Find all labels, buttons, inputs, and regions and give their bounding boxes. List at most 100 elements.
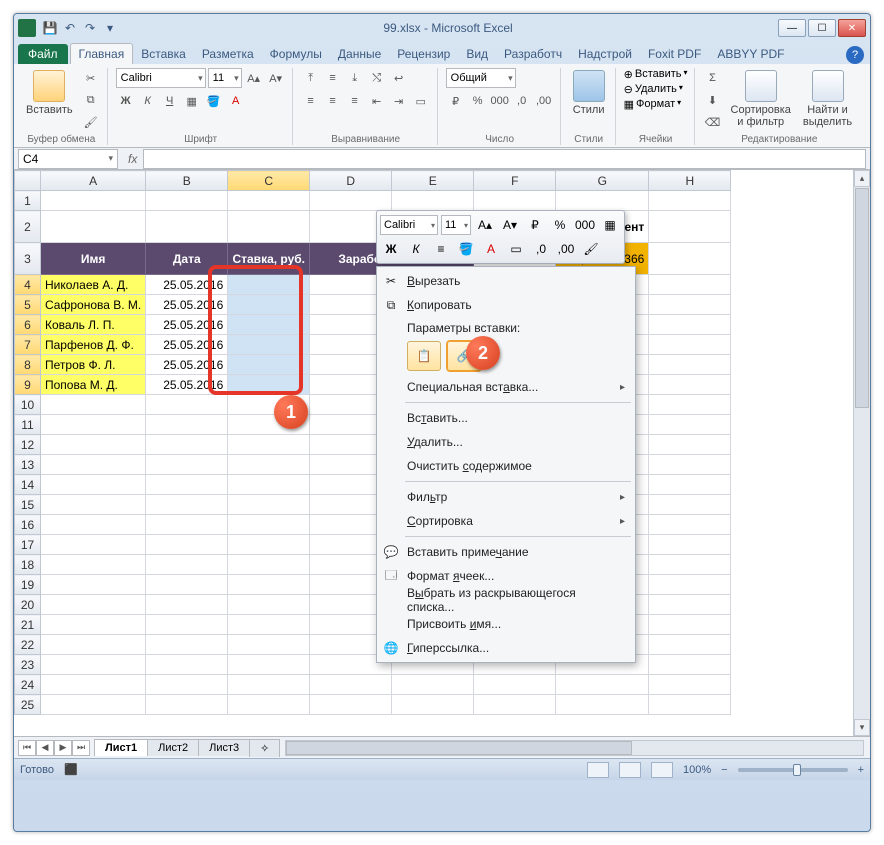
mini-font-combo[interactable]: Calibri <box>380 215 438 235</box>
align-top-icon[interactable]: ⤒ <box>301 68 321 88</box>
merge-icon[interactable]: ▭ <box>411 91 431 111</box>
cell-date[interactable]: 25.05.2016 <box>146 375 228 395</box>
close-button[interactable]: ✕ <box>838 19 866 37</box>
sheet-tab-3[interactable]: Лист3 <box>198 739 250 756</box>
find-select-button[interactable]: Найти и выделить <box>799 68 856 130</box>
fill-color-icon[interactable]: 🪣 <box>204 91 224 111</box>
currency-icon[interactable]: ₽ <box>446 91 466 111</box>
cm-insert[interactable]: Вставить... <box>377 406 635 430</box>
row-4[interactable]: 4 <box>15 275 41 295</box>
orientation-icon[interactable]: ⤭ <box>367 68 387 88</box>
row-7[interactable]: 7 <box>15 335 41 355</box>
fx-icon[interactable]: fx <box>122 152 143 166</box>
col-f[interactable]: F <box>474 171 556 191</box>
sheet-nav-prev-icon[interactable]: ◀ <box>36 740 54 756</box>
tab-review[interactable]: Рецензир <box>389 44 458 64</box>
paste-values-icon[interactable]: 📋 <box>407 341 441 371</box>
minimize-button[interactable]: — <box>778 19 806 37</box>
select-all-corner[interactable] <box>15 171 41 191</box>
mini-size-combo[interactable]: 11 <box>441 215 471 235</box>
scroll-up-icon[interactable]: ▴ <box>854 170 870 187</box>
maximize-button[interactable]: ☐ <box>808 19 836 37</box>
fill-icon[interactable]: ⬇ <box>703 90 723 110</box>
new-sheet-icon[interactable]: ✧ <box>249 739 280 757</box>
sheet-nav-first-icon[interactable]: ⏮ <box>18 740 36 756</box>
cm-hyperlink[interactable]: 🌐Гиперссылка... <box>377 636 635 660</box>
cm-copy[interactable]: ⧉Копировать <box>377 293 635 317</box>
file-tab[interactable]: Файл <box>18 44 68 64</box>
cell-rate[interactable] <box>228 335 310 355</box>
sheet-tab-1[interactable]: Лист1 <box>94 739 148 756</box>
name-box[interactable]: C4 <box>18 149 118 169</box>
formula-input[interactable] <box>143 149 866 169</box>
mini-align-icon[interactable]: ≡ <box>430 238 452 260</box>
font-size-combo[interactable]: 11 <box>208 68 242 88</box>
percent-icon[interactable]: % <box>468 91 488 111</box>
align-center-icon[interactable]: ≡ <box>323 91 343 111</box>
cm-cut[interactable]: ✂Вырезать <box>377 269 635 293</box>
sort-filter-button[interactable]: Сортировка и фильтр <box>727 68 795 130</box>
tab-insert[interactable]: Вставка <box>133 44 194 64</box>
dec-decimal-icon[interactable]: ,00 <box>534 91 554 111</box>
cell-name[interactable]: Коваль Л. П. <box>41 315 146 335</box>
qat-dropdown-icon[interactable]: ▾ <box>102 20 118 36</box>
row-2[interactable]: 2 <box>15 211 41 243</box>
align-left-icon[interactable]: ≡ <box>301 91 321 111</box>
cell-rate[interactable] <box>228 315 310 335</box>
cut-icon[interactable]: ✂ <box>81 68 101 88</box>
mini-border-icon[interactable]: ▦ <box>599 214 621 236</box>
worksheet-grid[interactable]: A B C D E F G H 1 2Коэффициент 3 Имя Дат… <box>14 170 870 736</box>
mini-merge-icon[interactable]: ▭ <box>505 238 527 260</box>
cell-date[interactable]: 25.05.2016 <box>146 355 228 375</box>
align-bottom-icon[interactable]: ⤓ <box>345 68 365 88</box>
tab-addins[interactable]: Надстрой <box>570 44 640 64</box>
mini-decdec-icon[interactable]: ,00 <box>555 238 577 260</box>
view-break-icon[interactable] <box>651 762 673 778</box>
row-6[interactable]: 6 <box>15 315 41 335</box>
copy-icon[interactable]: ⧉ <box>81 90 101 110</box>
inc-decimal-icon[interactable]: ,0 <box>512 91 532 111</box>
cm-sort[interactable]: Сортировка▸ <box>377 509 635 533</box>
sheet-tab-2[interactable]: Лист2 <box>147 739 199 756</box>
mini-formatpainter-icon[interactable]: 🖌 <box>580 238 602 260</box>
view-normal-icon[interactable] <box>587 762 609 778</box>
indent-inc-icon[interactable]: ⇥ <box>389 91 409 111</box>
vertical-scrollbar[interactable]: ▴ ▾ <box>853 170 870 736</box>
align-middle-icon[interactable]: ≡ <box>323 68 343 88</box>
tab-abbyy[interactable]: ABBYY PDF <box>709 44 792 64</box>
save-icon[interactable]: 💾 <box>42 20 58 36</box>
sheet-nav-last-icon[interactable]: ⏭ <box>72 740 90 756</box>
row-8[interactable]: 8 <box>15 355 41 375</box>
cm-filter[interactable]: Фильтр▸ <box>377 485 635 509</box>
cm-comment[interactable]: 💬Вставить примечание <box>377 540 635 564</box>
cm-format-cells[interactable]: 🗔Формат ячеек... <box>377 564 635 588</box>
zoom-in-icon[interactable]: + <box>858 764 864 776</box>
wrap-text-icon[interactable]: ↩ <box>389 68 409 88</box>
undo-icon[interactable]: ↶ <box>62 20 78 36</box>
cm-dropdown-list[interactable]: Выбрать из раскрывающегося списка... <box>377 588 635 612</box>
paste-button[interactable]: Вставить <box>22 68 77 118</box>
col-b[interactable]: B <box>146 171 228 191</box>
col-d[interactable]: D <box>310 171 392 191</box>
mini-fontcolor-icon[interactable]: A <box>480 238 502 260</box>
cell-rate[interactable] <box>228 355 310 375</box>
help-icon[interactable]: ? <box>846 46 864 64</box>
font-name-combo[interactable]: Calibri <box>116 68 206 88</box>
align-right-icon[interactable]: ≡ <box>345 91 365 111</box>
border-icon[interactable]: ▦ <box>182 91 202 111</box>
comma-icon[interactable]: 000 <box>490 91 510 111</box>
styles-button[interactable]: Стили <box>569 68 609 118</box>
scroll-thumb[interactable] <box>855 188 869 408</box>
autosum-icon[interactable]: Σ <box>703 68 723 88</box>
col-e[interactable]: E <box>392 171 474 191</box>
mini-comma-icon[interactable]: 000 <box>574 214 596 236</box>
cell-date[interactable]: 25.05.2016 <box>146 275 228 295</box>
mini-grow-font-icon[interactable]: A▴ <box>474 214 496 236</box>
col-h[interactable]: H <box>649 171 731 191</box>
zoom-slider[interactable] <box>738 768 848 772</box>
col-c[interactable]: C <box>228 171 310 191</box>
horizontal-scrollbar[interactable] <box>285 740 864 756</box>
cell-date[interactable]: 25.05.2016 <box>146 295 228 315</box>
grow-font-icon[interactable]: A▴ <box>244 68 264 88</box>
cell-rate[interactable] <box>228 375 310 395</box>
